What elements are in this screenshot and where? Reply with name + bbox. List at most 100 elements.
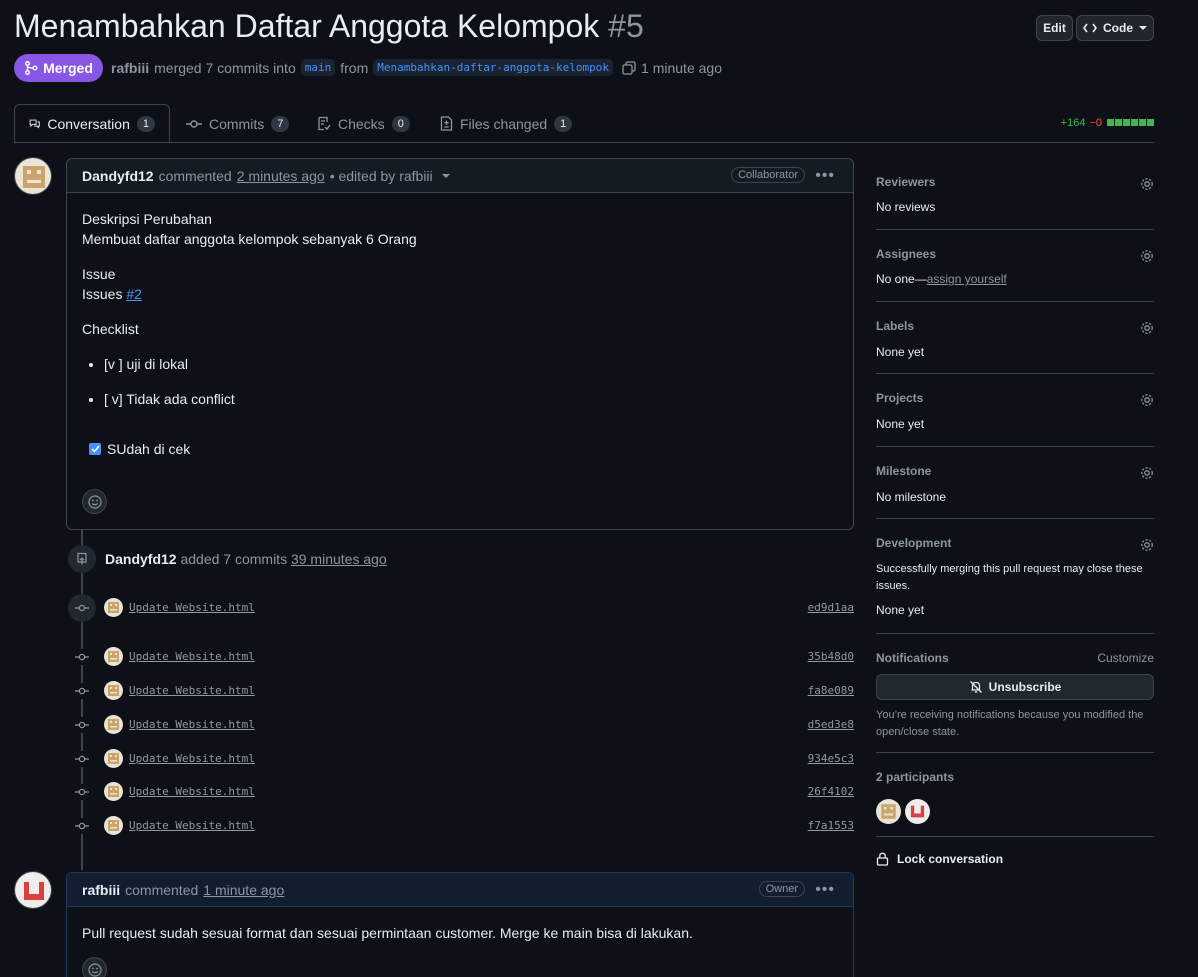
comment-timestamp[interactable]: 2 minutes ago [237,168,325,184]
commit-author-avatar[interactable] [104,647,123,666]
tab-label: Files changed [460,115,548,132]
chevron-down-icon[interactable] [441,173,450,179]
role-badge: Collaborator [731,167,805,183]
edited-by[interactable]: • edited by rafbiii [330,168,433,184]
sidebar-heading[interactable]: Milestone [876,464,1154,478]
git-commit-icon [74,717,90,733]
commit-author-avatar[interactable] [104,782,123,801]
sidebar-notifications: Notifications Customize Unsubscribe You’… [876,651,1154,753]
gear-icon[interactable] [1140,466,1154,480]
copy-icon[interactable] [622,60,636,75]
issues-prefix: Issues [82,286,123,302]
commit-author-avatar[interactable] [104,816,123,835]
commit-sha-link[interactable]: 934e5c3 [808,752,854,765]
tab-commits[interactable]: Commits 7 [172,104,303,143]
repo-push-icon [68,545,96,573]
tab-label: Checks [338,115,385,132]
lock-conversation-button[interactable]: Lock conversation [876,852,1003,866]
sidebar-heading[interactable]: Projects [876,391,1154,405]
commit-author-avatar[interactable] [104,681,123,700]
diffstat-bar [1106,117,1154,129]
gear-icon[interactable] [1140,538,1154,552]
task-label: SUdah di cek [107,441,191,457]
commit-message-link[interactable]: Update Website.html [129,785,255,798]
issue-link[interactable]: #2 [126,286,142,302]
comment-author[interactable]: rafbiii [82,882,120,898]
commit-row: Update Website.html 26f4102 [70,782,854,802]
assign-yourself-link[interactable]: assign yourself [927,272,1007,286]
avatar-rafbiii[interactable] [14,871,52,909]
chevron-down-icon [1139,26,1147,30]
tab-counter: 1 [554,115,573,132]
commit-author-avatar[interactable] [104,715,123,734]
gear-icon[interactable] [1140,321,1154,335]
commit-message-link[interactable]: Update Website.html [129,718,255,731]
edit-button[interactable]: Edit [1036,15,1073,41]
event-timestamp[interactable]: 39 minutes ago [291,551,387,567]
gear-icon[interactable] [1140,249,1154,263]
commit-author-avatar[interactable] [104,749,123,768]
commit-row: Update Website.html 35b48d0 [70,647,854,667]
commit-sha-link[interactable]: fa8e089 [808,684,854,697]
comment-timestamp[interactable]: 1 minute ago [203,882,284,898]
commit-message-link[interactable]: Update Website.html [129,601,255,614]
git-commit-icon [74,784,90,800]
commit-sha-link[interactable]: d5ed3e8 [808,718,854,731]
merge-text: merged 7 commits into [154,59,296,76]
sidebar-heading[interactable]: Assignees [876,247,1154,261]
merge-author-link[interactable]: rafbiii [111,60,149,76]
gear-icon[interactable] [1140,177,1154,191]
sidebar-heading[interactable]: Development [876,536,1154,550]
tab-files-changed[interactable]: Files changed 1 [426,104,586,143]
additions-count: +164 [1060,117,1086,129]
sidebar-heading: 2 participants [876,770,955,784]
commit-message-link[interactable]: Update Website.html [129,819,255,832]
sidebar-value: No one—assign yourself [876,272,1154,286]
notification-reason: You’re receiving notifications because y… [876,709,1144,738]
sidebar-heading[interactable]: Reviewers [876,175,1154,189]
commits-event: Dandyfd12 added 7 commits 39 minutes ago [105,551,387,567]
customize-link[interactable]: Customize [1097,651,1154,665]
development-text: Successfully merging this pull request m… [876,563,1143,592]
commit-sha-link[interactable]: ed9d1aa [808,601,854,614]
add-reaction-button[interactable] [82,957,107,977]
tab-conversation[interactable]: Conversation 1 [14,104,170,144]
commit-row: Update Website.html d5ed3e8 [70,715,854,735]
edit-button-label: Edit [1043,21,1066,35]
commit-sha-link[interactable]: 26f4102 [808,785,854,798]
base-branch[interactable]: main [300,59,336,76]
sidebar-development: Development Successfully merging this pu… [876,536,1154,634]
gear-icon[interactable] [1140,393,1154,407]
commit-sha-link[interactable]: 35b48d0 [808,650,854,663]
sidebar-heading[interactable]: Labels [876,319,1154,333]
sidebar-value: No milestone [876,490,947,504]
commit-message-link[interactable]: Update Website.html [129,752,255,765]
unsubscribe-button[interactable]: Unsubscribe [876,674,1154,700]
comment-author[interactable]: Dandyfd12 [82,168,154,184]
smiley-icon [87,962,102,977]
task-checkbox[interactable] [89,443,101,455]
page-title: Menambahkan Daftar Anggota Kelompok #5 [14,8,644,45]
merge-time: 1 minute ago [641,59,722,76]
head-branch[interactable]: Menambahkan-daftar-anggota-kelompok [373,59,614,76]
lock-icon [876,852,889,866]
commit-author-avatar[interactable] [104,598,123,617]
more-options-icon[interactable]: ••• [815,881,835,899]
participant-avatar[interactable] [876,799,901,824]
commit-sha-link[interactable]: f7a1553 [808,819,854,832]
avatar-dandyfd12[interactable] [14,157,52,195]
participant-avatar[interactable] [905,799,930,824]
diffstat[interactable]: +164 −0 [1061,117,1154,129]
comment-line: Issue [82,266,116,282]
event-author[interactable]: Dandyfd12 [105,551,177,567]
commit-message-link[interactable]: Update Website.html [129,684,255,697]
commit-message-link[interactable]: Update Website.html [129,650,255,663]
code-button-label: Code [1103,21,1133,35]
git-commit-icon [186,119,202,128]
tab-checks[interactable]: Checks 0 [303,104,424,143]
add-reaction-button[interactable] [82,489,107,514]
merged-label: Merged [43,60,93,76]
code-button[interactable]: Code [1076,15,1154,41]
more-options-icon[interactable]: ••• [815,167,835,185]
sidebar-value: None yet [876,417,925,431]
